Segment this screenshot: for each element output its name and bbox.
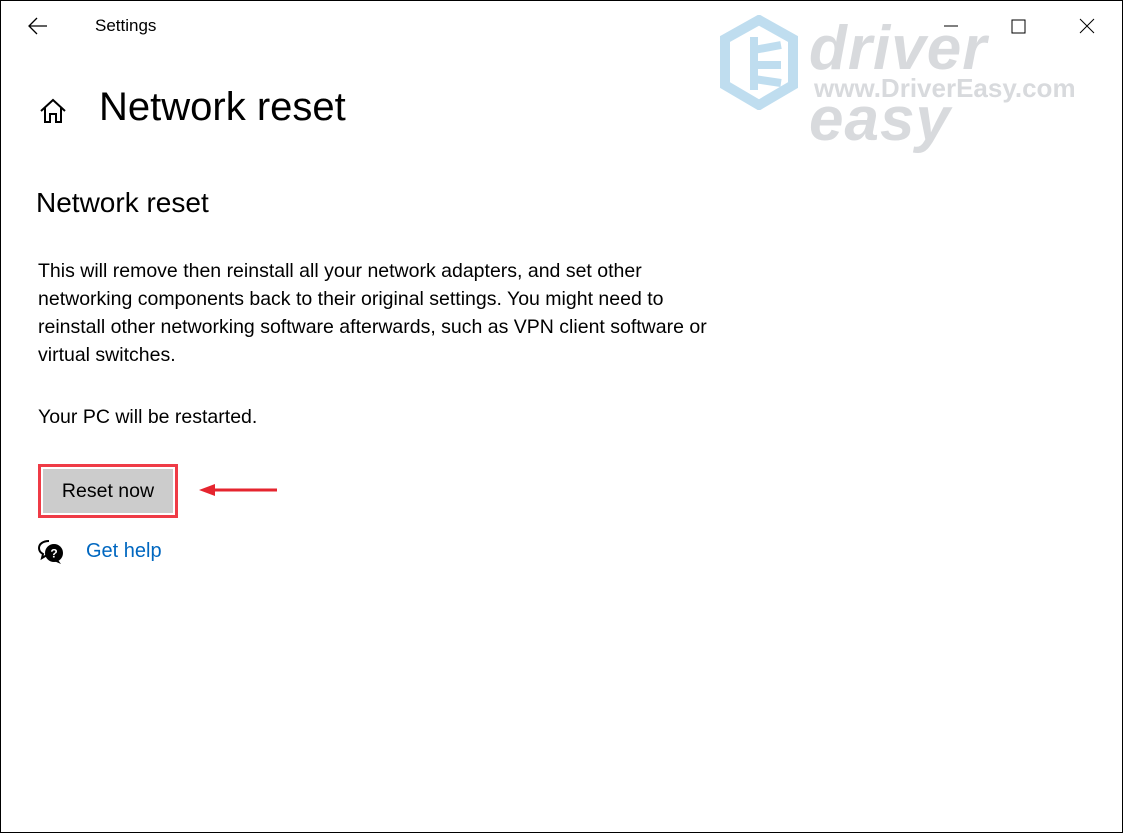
restart-note: Your PC will be restarted. (38, 406, 258, 428)
reset-now-button[interactable]: Reset now (43, 469, 173, 513)
watermark-url: www.DriverEasy.com (814, 73, 1076, 103)
maximize-button[interactable] (1003, 11, 1033, 41)
title-bar: Settings driver easy www.DriverEasy.com (1, 1, 1122, 154)
watermark: driver easy www.DriverEasy.com (719, 14, 1109, 154)
annotation-arrow-icon (199, 484, 277, 496)
get-help-link[interactable]: Get help (86, 540, 162, 563)
back-arrow-icon[interactable] (25, 13, 51, 39)
settings-window: Settings driver easy www.DriverEasy.com … (0, 0, 1123, 833)
close-button[interactable] (1072, 11, 1102, 41)
svg-text:?: ? (50, 547, 57, 561)
home-icon[interactable] (37, 95, 69, 127)
app-title: Settings (95, 16, 157, 35)
help-chat-icon: ? (37, 540, 63, 564)
page-title: Network reset (99, 85, 346, 129)
minimize-button[interactable] (936, 11, 966, 41)
watermark-logo-icon (720, 15, 798, 110)
section-title: Network reset (36, 187, 209, 218)
description-text: This will remove then reinstall all your… (38, 260, 707, 366)
